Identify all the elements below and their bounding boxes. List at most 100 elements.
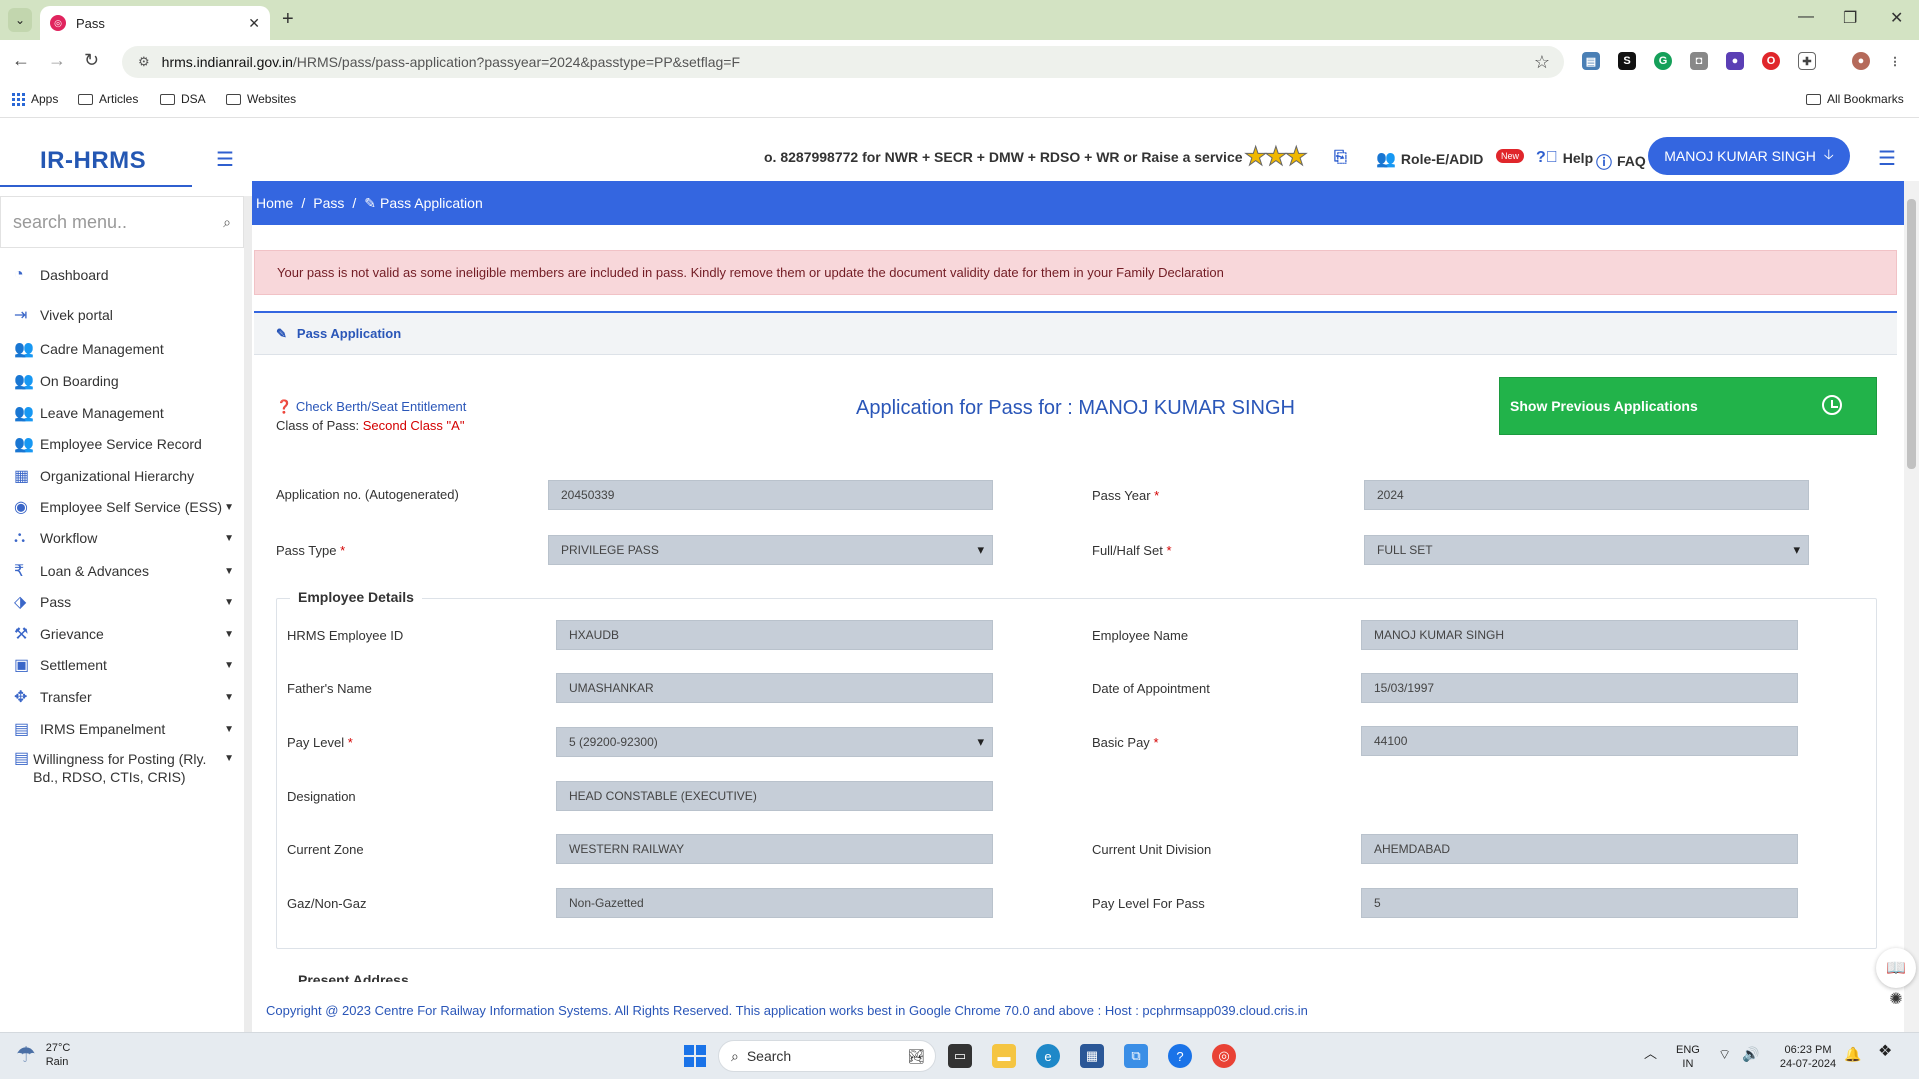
sidebar-item-organizational-hierarchy[interactable]: ▦ Organizational Hierarchy bbox=[14, 466, 224, 486]
arrows-icon: ✥ bbox=[14, 689, 28, 706]
chrome-icon[interactable]: ◎ bbox=[1212, 1044, 1236, 1068]
tab-search-button[interactable]: ⌄ bbox=[8, 8, 32, 32]
history-clock-icon bbox=[1822, 395, 1842, 415]
right-menu-icon[interactable]: ☰ bbox=[1878, 146, 1896, 171]
caret-down-icon[interactable]: ▼ bbox=[224, 502, 234, 513]
extension-red-icon[interactable]: O bbox=[1762, 52, 1780, 70]
camera-icon[interactable]: ◘ bbox=[1690, 52, 1708, 70]
site-info-icon[interactable]: ⚙ bbox=[138, 54, 150, 70]
bookmark-star-icon[interactable]: ☆ bbox=[1534, 52, 1550, 73]
translate-icon[interactable]: ⎘ bbox=[1334, 149, 1352, 167]
pay-level-select[interactable]: 5 (29200-92300) bbox=[556, 727, 993, 757]
notification-bell-icon[interactable]: 🔔 bbox=[1844, 1047, 1861, 1061]
caret-down-icon[interactable]: ▼ bbox=[224, 660, 234, 671]
reload-icon[interactable]: ↻ bbox=[84, 50, 99, 71]
tray-overflow-icon[interactable]: ︿ bbox=[1644, 1047, 1657, 1061]
minimize-icon[interactable]: — bbox=[1798, 8, 1814, 26]
login-icon: ⇥ bbox=[14, 307, 28, 324]
sidebar-item-leave-management[interactable]: 👥 Leave Management bbox=[14, 403, 224, 423]
sidebar-item-loan-advances[interactable]: ₹ Loan & Advances ▼ bbox=[14, 561, 234, 581]
forward-icon[interactable]: → bbox=[48, 50, 66, 71]
wifi-icon[interactable]: ⌔ bbox=[1718, 1047, 1731, 1061]
profile-avatar[interactable]: ● bbox=[1852, 52, 1870, 70]
new-tab-button[interactable]: + bbox=[282, 8, 294, 31]
help-link[interactable]: ?⃝ Help bbox=[1536, 149, 1593, 167]
start-button[interactable] bbox=[684, 1045, 706, 1067]
page-scrollbar[interactable] bbox=[1904, 181, 1919, 1032]
sidebar-item-employee-self-service-ess[interactable]: ◉ Employee Self Service (ESS) ▼ bbox=[14, 497, 234, 517]
extension-icon[interactable]: ▤ bbox=[1582, 52, 1600, 70]
rating-stars-icon[interactable]: ★★★ bbox=[1244, 141, 1309, 172]
sidebar-item-label: Vivek portal bbox=[40, 307, 113, 323]
show-previous-applications-button[interactable]: Show Previous Applications bbox=[1499, 377, 1877, 435]
app-logo[interactable]: IR-HRMS bbox=[40, 147, 146, 175]
sidebar-item-willingness-for-posting-rly-bd-rdso-ctis-cris[interactable]: ▤ Willingness for Posting (Rly. Bd., RDSO… bbox=[14, 750, 234, 786]
entitlement-link[interactable]: ❓ Check Berth/Seat Entitlement bbox=[276, 399, 466, 415]
bookmark-apps[interactable]: Apps bbox=[12, 92, 58, 106]
bookmark-websites[interactable]: Websites bbox=[226, 92, 296, 106]
appointment-date-field: 15/03/1997 bbox=[1361, 673, 1798, 703]
sidebar-item-cadre-management[interactable]: 👥 Cadre Management bbox=[14, 339, 224, 359]
close-window-icon[interactable]: ✕ bbox=[1890, 8, 1903, 28]
caret-down-icon[interactable]: ▼ bbox=[224, 566, 234, 577]
back-icon[interactable]: ← bbox=[12, 50, 30, 71]
sidebar-toggle-icon[interactable]: ☰ bbox=[216, 147, 234, 172]
clock[interactable]: 06:23 PM 24-07-2024 bbox=[1778, 1043, 1838, 1071]
faq-link[interactable]: ⓘ FAQ bbox=[1596, 149, 1646, 173]
restore-icon[interactable]: ❐ bbox=[1843, 8, 1857, 28]
breadcrumb-pass[interactable]: Pass bbox=[313, 195, 344, 211]
app-icon[interactable]: ⧉ bbox=[1124, 1044, 1148, 1068]
assistant-icon[interactable]: ✺ bbox=[1876, 979, 1916, 1019]
sidebar-item-irms-empanelment[interactable]: ▤ IRMS Empanelment ▼ bbox=[14, 719, 234, 739]
address-bar[interactable]: ⚙ hrms.indianrail.gov.in/HRMS/pass/pass-… bbox=[122, 46, 1564, 78]
taskbar-search[interactable]: ⌕ Search 🏞 bbox=[718, 1040, 936, 1072]
browser-tab[interactable]: ◎ Pass ✕ bbox=[40, 6, 270, 40]
caret-down-icon[interactable]: ▼ bbox=[224, 533, 234, 544]
bookmark-articles[interactable]: Articles bbox=[78, 92, 138, 106]
basic-pay-field[interactable]: 44100 bbox=[1361, 726, 1798, 756]
copilot-icon[interactable]: ❖ bbox=[1878, 1044, 1892, 1060]
basic-pay-label: Basic Pay * bbox=[1092, 735, 1159, 750]
set-select[interactable]: FULL SET bbox=[1364, 535, 1809, 565]
file-explorer-icon[interactable]: ▬ bbox=[992, 1044, 1016, 1068]
all-bookmarks[interactable]: All Bookmarks bbox=[1806, 92, 1904, 106]
sidebar-item-on-boarding[interactable]: 👥 On Boarding bbox=[14, 371, 224, 391]
extension-s-icon[interactable]: S bbox=[1618, 52, 1636, 70]
caret-down-icon[interactable]: ▼ bbox=[224, 692, 234, 703]
search-icon[interactable]: ⌕ bbox=[223, 214, 231, 231]
sidebar-item-vivek-portal[interactable]: ⇥ Vivek portal bbox=[14, 305, 224, 325]
volume-icon[interactable]: 🔊 bbox=[1742, 1047, 1759, 1061]
role-link[interactable]: 👥 Role-E/ADID bbox=[1376, 149, 1483, 169]
caret-down-icon[interactable]: ▼ bbox=[224, 597, 234, 608]
sidebar-item-label: Organizational Hierarchy bbox=[40, 468, 195, 484]
sidebar-item-settlement[interactable]: ▣ Settlement ▼ bbox=[14, 655, 234, 675]
sidebar-item-employee-service-record[interactable]: 👥 Employee Service Record bbox=[14, 434, 224, 454]
pass-type-select[interactable]: PRIVILEGE PASS bbox=[548, 535, 993, 565]
language-indicator[interactable]: ENG IN bbox=[1676, 1043, 1700, 1071]
grammarly-icon[interactable]: G bbox=[1654, 52, 1672, 70]
store-icon[interactable]: ▦ bbox=[1080, 1044, 1104, 1068]
breadcrumb-home[interactable]: Home bbox=[256, 195, 293, 211]
sidebar-item-workflow[interactable]: ⛬ Workflow ▼ bbox=[14, 529, 234, 547]
user-menu-button[interactable]: MANOJ KUMAR SINGH 🡣 bbox=[1648, 137, 1850, 175]
bookmark-dsa[interactable]: DSA bbox=[160, 92, 206, 106]
weather-widget[interactable]: ☂ 27°C Rain bbox=[16, 1041, 70, 1069]
search-input[interactable]: search menu.. bbox=[13, 212, 223, 233]
sidebar-item-transfer[interactable]: ✥ Transfer ▼ bbox=[14, 687, 234, 707]
close-icon[interactable]: ✕ bbox=[248, 15, 260, 32]
extension-badge-icon[interactable]: ● bbox=[1726, 52, 1744, 70]
sidebar-item-grievance[interactable]: ⚒ Grievance ▼ bbox=[14, 624, 234, 644]
web-page: IR-HRMS ☰ o. 8287998772 for NWR + SECR +… bbox=[0, 119, 1919, 1032]
caret-down-icon[interactable]: ▼ bbox=[224, 629, 234, 640]
caret-down-icon[interactable]: ▼ bbox=[224, 750, 234, 768]
edge-icon[interactable]: e bbox=[1036, 1044, 1060, 1068]
menu-search[interactable]: search menu.. ⌕ bbox=[0, 196, 244, 248]
caret-down-icon[interactable]: ▼ bbox=[224, 724, 234, 735]
sidebar-item-pass[interactable]: ⬗ Pass ▼ bbox=[14, 592, 234, 612]
extensions-puzzle-icon[interactable]: ✚ bbox=[1798, 52, 1816, 70]
help-app-icon[interactable]: ? bbox=[1168, 1044, 1192, 1068]
sidebar-item-dashboard[interactable]: ◔ Dashboard bbox=[14, 266, 224, 284]
browser-menu-icon[interactable]: ⋮ bbox=[1886, 52, 1904, 70]
scroll-thumb[interactable] bbox=[1907, 199, 1916, 469]
task-view-icon[interactable]: ▭ bbox=[948, 1044, 972, 1068]
